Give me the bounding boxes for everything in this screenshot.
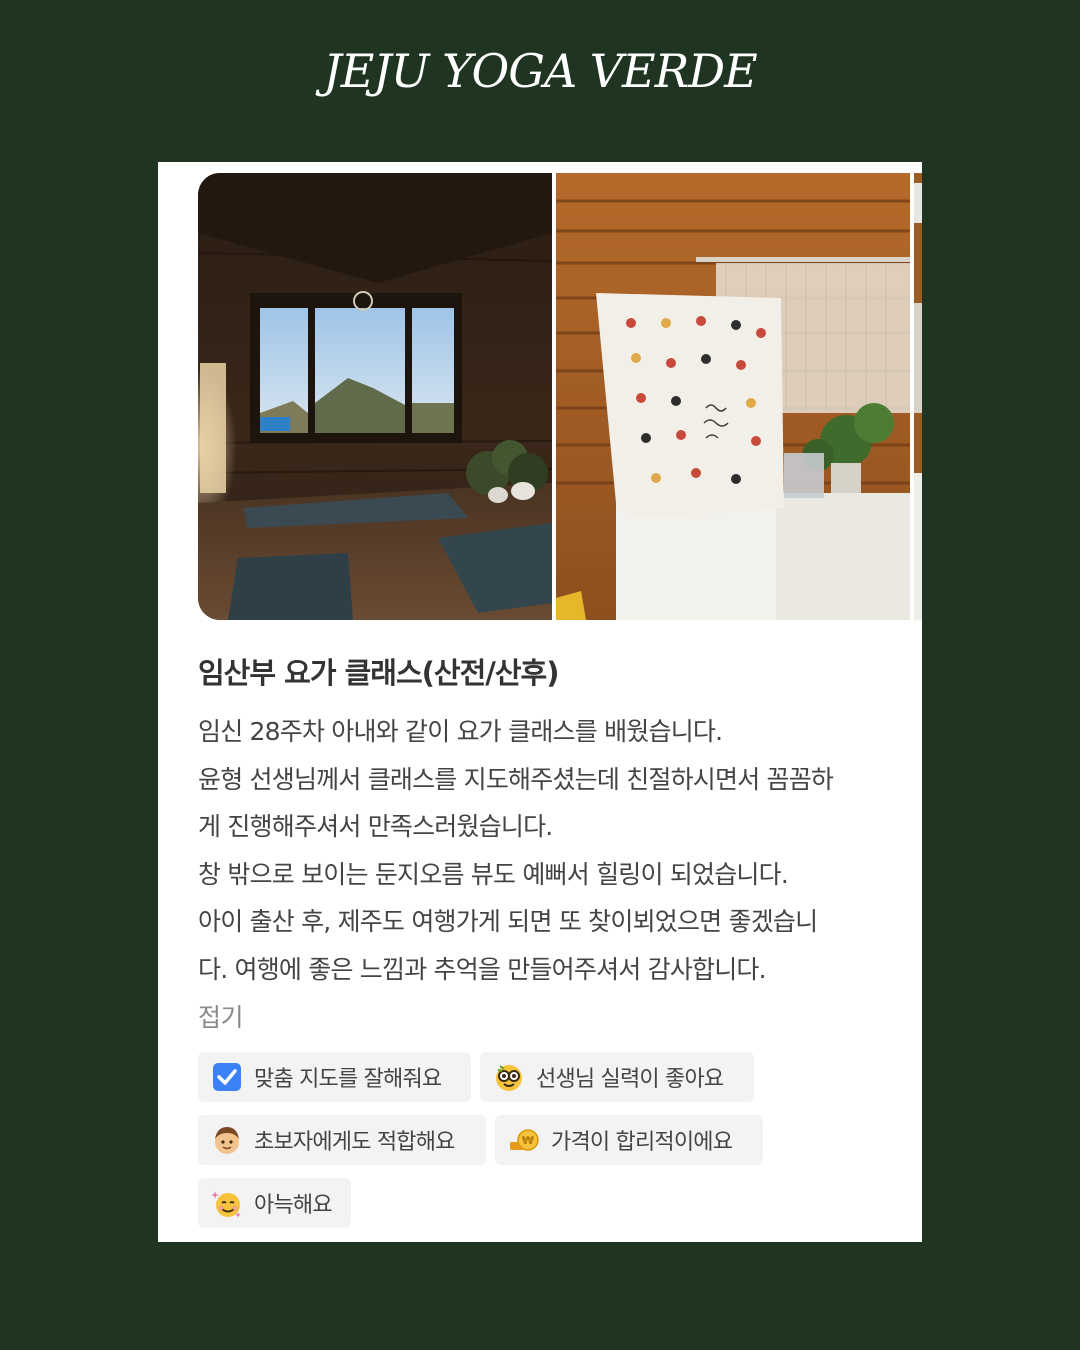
class-title: 임산부 요가 클래스(산전/산후) — [198, 656, 559, 690]
tag-chip[interactable]: 초보자에게도 적합해요 — [198, 1115, 486, 1165]
tag-chip[interactable]: 선생님 실력이 좋아요 — [480, 1052, 754, 1102]
tag-label: 선생님 실력이 좋아요 — [536, 1067, 724, 1092]
coin-icon: ₩ — [509, 1125, 539, 1155]
tag-label: 아늑해요 — [254, 1193, 333, 1218]
tag-label: 가격이 합리적이에요 — [551, 1130, 733, 1155]
review-line: 다. 여행에 좋은 느낌과 추억을 만들어주셔서 감사합니다. — [198, 954, 767, 984]
tag-label: 맞춤 지도를 잘해줘요 — [254, 1067, 442, 1092]
review-line: 게 진행해주셔서 만족스러웠습니다. — [198, 812, 553, 842]
review-line: 윤형 선생님께서 클래스를 지도해주셨는데 친절하시면서 꼼꼼하 — [198, 764, 834, 794]
photo-gallery[interactable] — [198, 173, 922, 620]
nerd-face-icon — [494, 1062, 524, 1092]
tag-chip[interactable]: ₩ 가격이 합리적이에요 — [495, 1115, 763, 1165]
review-card: 임산부 요가 클래스(산전/산후) 임신 28주차 아내와 같이 요가 클래스를… — [158, 162, 922, 1242]
svg-text:₩: ₩ — [522, 1134, 534, 1147]
check-box-icon — [212, 1062, 242, 1092]
tag-chip[interactable]: 맞춤 지도를 잘해줘요 — [198, 1052, 471, 1102]
review-line: 아이 출산 후, 제주도 여행가게 되면 또 찾이뵈었으면 좋겠습니 — [198, 907, 818, 937]
review-line: 창 밖으로 보이는 둔지오름 뷰도 예뻐서 힐링이 되었습니다. — [198, 859, 789, 889]
review-text: 임신 28주차 아내와 같이 요가 클래스를 배웠습니다. 윤형 선생님께서 클… — [198, 708, 910, 994]
child-face-icon — [212, 1125, 242, 1155]
review-line: 임신 28주차 아내와 같이 요가 클래스를 배웠습니다. — [198, 717, 723, 746]
yoga-room-window-photo[interactable] — [198, 173, 552, 620]
yoga-towel-photo[interactable] — [556, 173, 910, 620]
smiling-face-icon — [211, 1188, 242, 1218]
brand-title: JEJU YOGA VERDE — [323, 44, 757, 98]
fold-button[interactable]: 접기 — [198, 998, 244, 1034]
partial-photo[interactable] — [914, 173, 922, 620]
tag-label: 초보자에게도 적합해요 — [254, 1130, 455, 1155]
tag-chip[interactable]: 아늑해요 — [198, 1178, 351, 1228]
